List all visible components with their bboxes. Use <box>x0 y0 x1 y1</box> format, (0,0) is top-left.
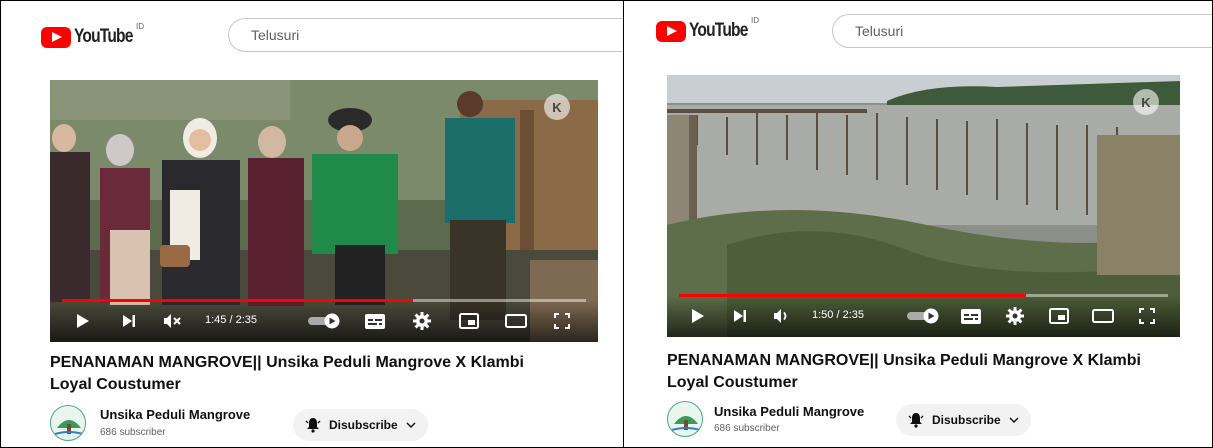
settings-icon <box>413 312 431 330</box>
progress-bar[interactable] <box>62 299 586 302</box>
subscribe-label: Disubscribe <box>329 418 398 432</box>
fullscreen-button[interactable] <box>1137 307 1157 325</box>
video-player[interactable]: K 1:45 / 2:35 <box>50 80 598 342</box>
subtitles-icon <box>365 313 385 329</box>
subtitles-button[interactable] <box>364 312 386 330</box>
subscribe-button[interactable]: Disubscribe <box>293 409 428 441</box>
progress-played <box>62 299 414 302</box>
autoplay-toggle[interactable] <box>907 308 943 324</box>
play-icon <box>77 314 89 328</box>
next-button[interactable] <box>120 312 138 330</box>
video-player[interactable]: K 1:50 / 2:35 <box>667 75 1180 337</box>
play-icon <box>692 309 704 323</box>
mute-icon <box>164 314 181 328</box>
region-code: ID <box>751 16 759 25</box>
video-title-line-1: PENANAMAN MANGROVE|| Unsika Peduli Mangr… <box>50 354 524 371</box>
chevron-down-icon <box>1009 417 1019 423</box>
time-display: 1:45 / 2:35 <box>205 314 257 326</box>
youtube-panel-left: YouTube ID Telusuri K 1:45 / 2:35 PENANA… <box>1 0 623 448</box>
play-button[interactable] <box>74 312 92 330</box>
channel-name[interactable]: Unsika Peduli Mangrove <box>714 404 864 419</box>
next-icon <box>734 310 746 322</box>
video-title[interactable]: PENANAMAN MANGROVE|| Unsika Peduli Mangr… <box>667 350 1207 394</box>
miniplayer-icon <box>459 313 479 329</box>
youtube-logo[interactable]: YouTube ID <box>41 22 145 48</box>
time-display: 1:50 / 2:35 <box>812 309 864 321</box>
video-title-line-2: Loyal Coustumer <box>667 374 798 391</box>
miniplayer-button[interactable] <box>458 312 480 330</box>
next-button[interactable] <box>731 307 749 325</box>
youtube-play-logo-icon <box>41 26 71 48</box>
volume-icon <box>774 309 787 323</box>
channel-name[interactable]: Unsika Peduli Mangrove <box>100 407 250 422</box>
miniplayer-button[interactable] <box>1048 307 1070 325</box>
youtube-wordmark: YouTube <box>74 26 133 47</box>
play-button[interactable] <box>689 307 707 325</box>
channel-avatar[interactable] <box>50 405 86 441</box>
mute-button[interactable] <box>163 312 181 330</box>
youtube-logo[interactable]: YouTube ID <box>656 16 760 42</box>
video-title-line-1: PENANAMAN MANGROVE|| Unsika Peduli Mangr… <box>667 352 1141 369</box>
search-input[interactable]: Telusuri <box>228 18 623 52</box>
subtitles-icon <box>961 308 981 324</box>
fullscreen-icon <box>554 313 570 329</box>
channel-watermark[interactable]: K <box>1133 89 1159 115</box>
region-code: ID <box>136 22 144 31</box>
search-input[interactable]: Telusuri <box>832 14 1212 48</box>
settings-button[interactable] <box>1005 306 1025 326</box>
youtube-panel-right: YouTube ID Telusuri K 1:50 / 2:35 PENANA… <box>624 0 1212 448</box>
video-title[interactable]: PENANAMAN MANGROVE|| Unsika Peduli Mangr… <box>50 352 610 396</box>
progress-bar[interactable] <box>679 294 1168 297</box>
next-icon <box>123 315 135 327</box>
youtube-play-logo-icon <box>656 20 686 42</box>
theater-mode-button[interactable] <box>504 312 528 330</box>
autoplay-toggle-icon <box>907 308 939 324</box>
fullscreen-button[interactable] <box>552 312 572 330</box>
miniplayer-icon <box>1049 308 1069 324</box>
theater-mode-button[interactable] <box>1091 307 1115 325</box>
video-title-line-2: Loyal Coustumer <box>50 376 181 393</box>
autoplay-toggle-icon <box>308 313 340 329</box>
subscribe-label: Disubscribe <box>932 413 1001 427</box>
settings-icon <box>1006 307 1024 325</box>
progress-played <box>679 294 1027 297</box>
subscriber-count: 686 subscriber <box>714 423 780 434</box>
theater-icon <box>1092 309 1114 323</box>
chevron-down-icon <box>406 422 416 428</box>
mangrove-logo-icon <box>671 416 701 431</box>
channel-avatar[interactable] <box>667 401 703 437</box>
bell-icon <box>908 413 924 428</box>
channel-watermark[interactable]: K <box>544 94 570 120</box>
youtube-wordmark: YouTube <box>689 20 748 41</box>
subscribe-button[interactable]: Disubscribe <box>896 404 1031 436</box>
mangrove-logo-icon <box>54 420 84 435</box>
autoplay-toggle[interactable] <box>308 313 344 329</box>
settings-button[interactable] <box>412 311 432 331</box>
bell-icon <box>305 418 321 433</box>
subscriber-count: 686 subscriber <box>100 427 166 438</box>
theater-icon <box>505 314 527 328</box>
subtitles-button[interactable] <box>960 307 982 325</box>
fullscreen-icon <box>1139 308 1155 324</box>
volume-button[interactable] <box>772 307 792 325</box>
